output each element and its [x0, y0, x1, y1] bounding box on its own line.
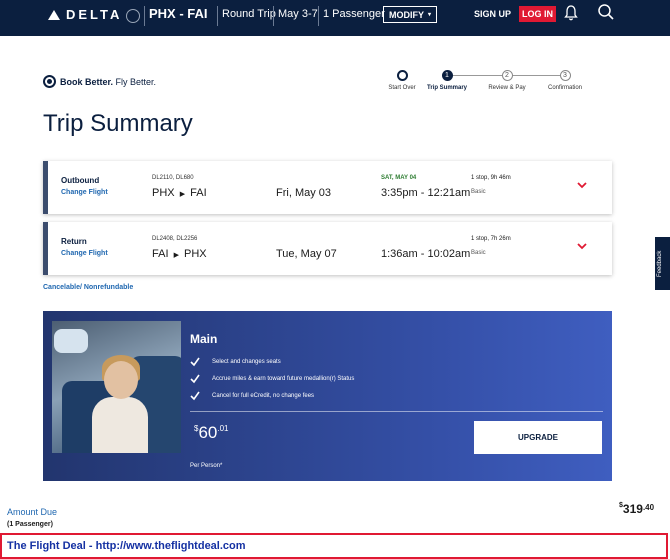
- feature-text: Select and changes seats: [212, 359, 281, 365]
- flight-numbers: DL2408, DL2256: [152, 236, 198, 242]
- arrow-right-icon: ▶: [179, 191, 186, 198]
- modify-label: MODIFY: [388, 9, 424, 20]
- flight-date: Tue, May 07: [276, 248, 337, 260]
- step-label: Confirmation: [547, 85, 582, 91]
- nav-divider: [318, 6, 319, 26]
- passenger-count: 1 Passenger: [323, 8, 385, 20]
- checkmark-icon: [190, 374, 200, 384]
- per-person-note: Per Person*: [190, 463, 223, 469]
- stops-duration: 1 stop, 9h 46m: [471, 175, 511, 181]
- book-better-logo: Book Better. Fly Better.: [43, 75, 156, 88]
- feedback-tab[interactable]: Feedback: [655, 237, 670, 290]
- upgrade-title: Main: [190, 332, 218, 346]
- stops-duration: 1 stop, 7h 26m: [471, 236, 511, 242]
- origin-code: PHX: [152, 187, 175, 199]
- step-start-over[interactable]: Start Over: [385, 70, 419, 91]
- chevron-down-icon[interactable]: [577, 242, 587, 250]
- feature-item: Select and changes seats: [190, 357, 281, 367]
- flight-numbers: DL2110, DL680: [152, 175, 194, 181]
- flight-direction: Return: [61, 237, 87, 246]
- flight-direction: Outbound: [61, 176, 100, 185]
- arrow-right-icon: ▶: [173, 252, 179, 259]
- delta-logo[interactable]: DELTA: [48, 7, 122, 22]
- checkmark-icon: [190, 391, 200, 401]
- step-label: Start Over: [388, 85, 416, 91]
- cancel-policy-link[interactable]: Cancelable/ Nonrefundable: [43, 284, 133, 291]
- flight-card-outbound: Outbound Change Flight DL2110, DL680 PHX…: [43, 161, 612, 214]
- skyteam-icon: [126, 9, 140, 23]
- feature-text: Cancel for full eCredit, no change fees: [212, 393, 315, 399]
- route-label: PHX - FAI: [149, 6, 208, 21]
- sign-up-link[interactable]: SIGN UP: [474, 9, 511, 19]
- upgrade-button[interactable]: UPGRADE: [474, 421, 602, 454]
- flight-times: 1:36am - 10:02am: [381, 248, 471, 260]
- change-flight-link[interactable]: Change Flight: [61, 189, 108, 196]
- nav-divider: [273, 6, 274, 26]
- price-whole: 60: [198, 423, 218, 442]
- main-cabin-photo: [52, 321, 181, 453]
- chevron-down-icon: ▾: [427, 12, 431, 18]
- flight-times: 3:35pm - 12:21am: [381, 187, 471, 199]
- tagline-rest: Fly Better.: [113, 76, 157, 87]
- origin-destination: PHX ▶ FAI: [152, 187, 207, 199]
- amount-due-value: $319.40: [619, 502, 654, 516]
- step-trip-summary: 1 Trip Summary: [423, 70, 471, 91]
- origin-destination: FAI ▶ PHX: [152, 248, 207, 260]
- step-label: Trip Summary: [426, 85, 467, 91]
- cabin-window: [54, 329, 88, 353]
- step-confirmation: 3 Confirmation: [541, 70, 589, 91]
- trip-dates: May 3-7: [278, 8, 318, 20]
- brand-name: DELTA: [66, 7, 123, 22]
- chevron-down-icon[interactable]: [577, 181, 587, 189]
- amount-due-passengers: (1 Passenger): [7, 521, 53, 528]
- amount-cents: .40: [642, 503, 655, 512]
- checkmark-icon: [190, 357, 200, 367]
- step-number: 1: [441, 70, 453, 81]
- source-banner: The Flight Deal - http://www.theflightde…: [0, 533, 668, 559]
- destination-code: PHX: [184, 248, 207, 260]
- feature-item: Cancel for full eCredit, no change fees: [190, 391, 314, 401]
- change-flight-link[interactable]: Change Flight: [61, 250, 108, 257]
- fare-class: Basic: [471, 189, 486, 195]
- flight-date: Fri, May 03: [276, 187, 332, 199]
- delta-circle-icon: [43, 75, 56, 88]
- flight-card-return: Return Change Flight DL2408, DL2256 FAI …: [43, 222, 612, 275]
- arrival-date-note: SAT, MAY 04: [381, 175, 417, 181]
- destination-code: FAI: [190, 187, 207, 199]
- feedback-label: Feedback: [657, 250, 663, 277]
- log-in-button[interactable]: LOG IN: [519, 6, 556, 22]
- bell-icon[interactable]: [564, 5, 578, 21]
- nav-divider: [144, 6, 145, 26]
- divider: [190, 411, 603, 412]
- booking-progress: Start Over 1 Trip Summary 2 Review & Pay…: [385, 70, 595, 100]
- banner-text: The Flight Deal - http://www.theflightde…: [7, 540, 246, 552]
- upgrade-price: $60.01: [194, 423, 229, 443]
- nav-divider: [217, 6, 218, 26]
- feature-item: Accrue miles & earn toward future medall…: [190, 374, 354, 384]
- feature-text: Accrue miles & earn toward future medall…: [212, 376, 355, 382]
- passenger-figure: [92, 397, 148, 453]
- step-label: Review & Pay: [488, 85, 526, 91]
- price-currency: $: [194, 424, 199, 433]
- upgrade-panel: Main Select and changes seats Accrue mil…: [43, 311, 612, 481]
- delta-triangle-icon: [48, 9, 60, 20]
- step-number: 2: [501, 70, 513, 81]
- modify-button[interactable]: MODIFY ▾: [383, 6, 437, 23]
- tagline-bold: Book Better.: [60, 76, 114, 87]
- price-cents: .01: [217, 424, 229, 433]
- fare-class: Basic: [471, 250, 486, 256]
- trip-type: Round Trip: [222, 8, 276, 20]
- origin-code: FAI: [152, 248, 169, 260]
- top-nav: DELTA PHX - FAI Round Trip May 3-7 1 Pas…: [0, 0, 670, 36]
- refresh-icon: [396, 70, 408, 81]
- passenger-figure: [104, 361, 138, 399]
- step-review-pay: 2 Review & Pay: [483, 70, 531, 91]
- step-number: 3: [559, 70, 571, 81]
- search-icon[interactable]: [597, 3, 615, 21]
- amount-due-label: Amount Due: [7, 507, 58, 517]
- page-title: Trip Summary: [43, 110, 193, 137]
- amount-whole: 319: [622, 502, 643, 516]
